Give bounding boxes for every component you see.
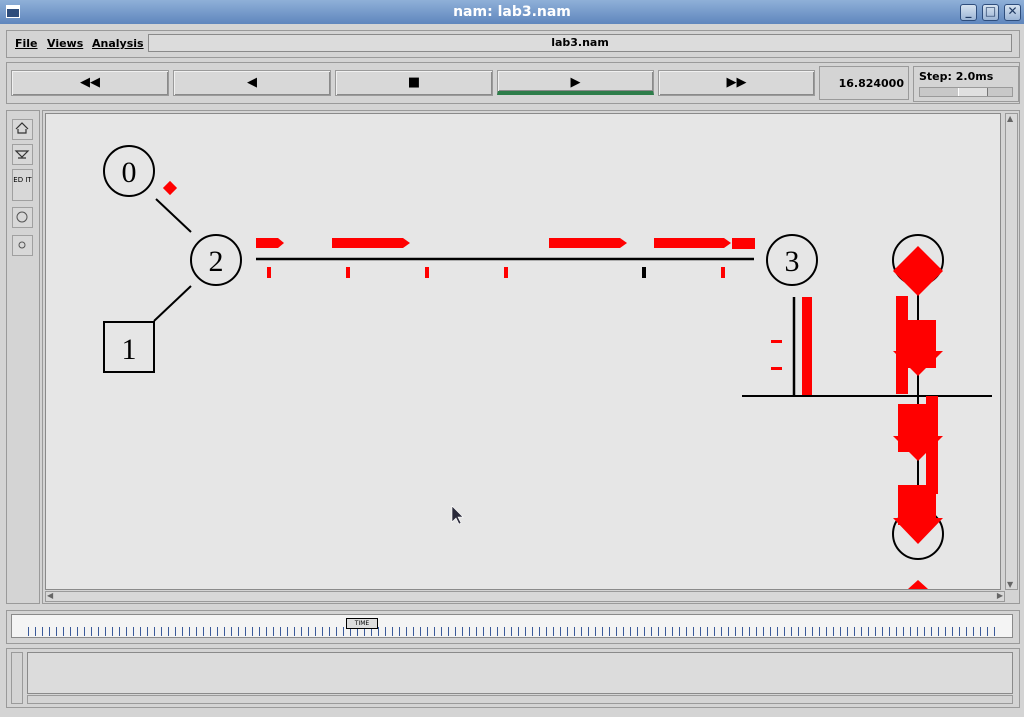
ack-packet (642, 267, 646, 278)
ack-packet (771, 340, 782, 343)
packet (654, 238, 731, 248)
menu-file[interactable]: File (15, 37, 38, 50)
annotation-vertical-scrollbar[interactable] (11, 652, 23, 704)
network-canvas[interactable]: 0 1 2 3 (45, 113, 1001, 590)
ack-packet (721, 267, 725, 278)
playback-toolbar: ◀◀ ◀ ■ ▶ ▶▶ 16.824000 Step: 2.0ms (6, 62, 1020, 104)
packet (802, 297, 812, 395)
menu-analysis[interactable]: Analysis (92, 37, 144, 50)
fast-forward-icon: ▶▶ (726, 75, 747, 90)
annotation-list[interactable] (27, 652, 1013, 694)
mouse-pointer-icon (451, 505, 464, 525)
simulation-time: 16.824000 (819, 66, 909, 100)
maximize-icon: □ (984, 4, 997, 18)
annotation-panel (6, 648, 1020, 708)
packet (256, 238, 284, 248)
side-tool-panel: ED IT (6, 110, 40, 604)
packet (162, 180, 178, 196)
node-0-label: 0 (122, 156, 137, 189)
step-control: Step: 2.0ms (913, 66, 1019, 102)
scroll-left-icon[interactable]: ◀ (47, 591, 53, 600)
ack-packet (771, 367, 782, 370)
window-title: nam: lab3.nam (453, 4, 571, 20)
close-icon: ✕ (1007, 4, 1018, 18)
step-slider-thumb[interactable] (958, 88, 988, 96)
small-circle-icon (18, 241, 26, 249)
rewind-icon: ◀◀ (80, 75, 100, 90)
packet (549, 238, 627, 248)
play-icon: ▶ (570, 75, 581, 90)
timeline-marker[interactable]: TIME (346, 618, 378, 629)
minimize-button[interactable]: _ (960, 4, 977, 21)
ack-packet (504, 267, 508, 278)
zoom-in-icon (15, 122, 29, 134)
node-1-label: 1 (122, 333, 137, 366)
stop-icon: ■ (407, 75, 421, 90)
circle-icon (16, 211, 28, 223)
link-0-2 (155, 198, 192, 233)
node-3-label: 3 (785, 245, 800, 278)
ack-packet (425, 267, 429, 278)
menu-views[interactable]: Views (47, 37, 83, 50)
play-button[interactable]: ▶ (497, 70, 654, 95)
canvas-frame: 0 1 2 3 ▲ ▼ ◀ ▶ (42, 110, 1020, 604)
network-svg: 0 1 2 3 (103, 145, 992, 589)
step-label: Step: 2.0ms (919, 70, 994, 83)
step-back-button[interactable]: ◀ (173, 70, 331, 96)
packet (332, 238, 410, 248)
packet (732, 238, 755, 249)
stop-button[interactable]: ■ (335, 70, 493, 96)
timeline-slider[interactable]: TIME (11, 614, 1013, 638)
ack-packet (346, 267, 350, 278)
node-tool-button[interactable] (12, 207, 33, 228)
maximize-button[interactable]: □ (982, 4, 999, 21)
timeline-panel: TIME (6, 610, 1020, 644)
minimize-icon: _ (965, 4, 972, 18)
rewind-button[interactable]: ◀◀ (11, 70, 169, 96)
fast-forward-button[interactable]: ▶▶ (658, 70, 815, 96)
zoom-out-icon (14, 150, 30, 159)
timeline-ticks (28, 627, 996, 636)
annotation-horizontal-scrollbar[interactable] (27, 695, 1013, 704)
filename-display: lab3.nam (148, 34, 1012, 52)
step-back-icon: ◀ (247, 75, 257, 90)
packet (908, 580, 928, 589)
window-titlebar: nam: lab3.nam _ □ ✕ (0, 0, 1024, 24)
step-slider[interactable] (919, 87, 1013, 97)
close-button[interactable]: ✕ (1004, 4, 1021, 21)
canvas-vertical-scrollbar[interactable]: ▲ ▼ (1005, 113, 1018, 590)
zoom-out-button[interactable] (12, 144, 33, 165)
edit-button[interactable]: ED IT (12, 169, 33, 201)
link-1-2 (153, 285, 192, 322)
scroll-down-icon[interactable]: ▼ (1007, 580, 1013, 589)
small-node-tool-button[interactable] (12, 235, 33, 256)
scroll-up-icon[interactable]: ▲ (1007, 114, 1013, 123)
canvas-horizontal-scrollbar[interactable]: ◀ ▶ (45, 591, 1005, 602)
zoom-in-button[interactable] (12, 119, 33, 140)
scroll-right-icon[interactable]: ▶ (997, 591, 1003, 600)
ack-packet (267, 267, 271, 278)
node-2-label: 2 (209, 245, 224, 278)
